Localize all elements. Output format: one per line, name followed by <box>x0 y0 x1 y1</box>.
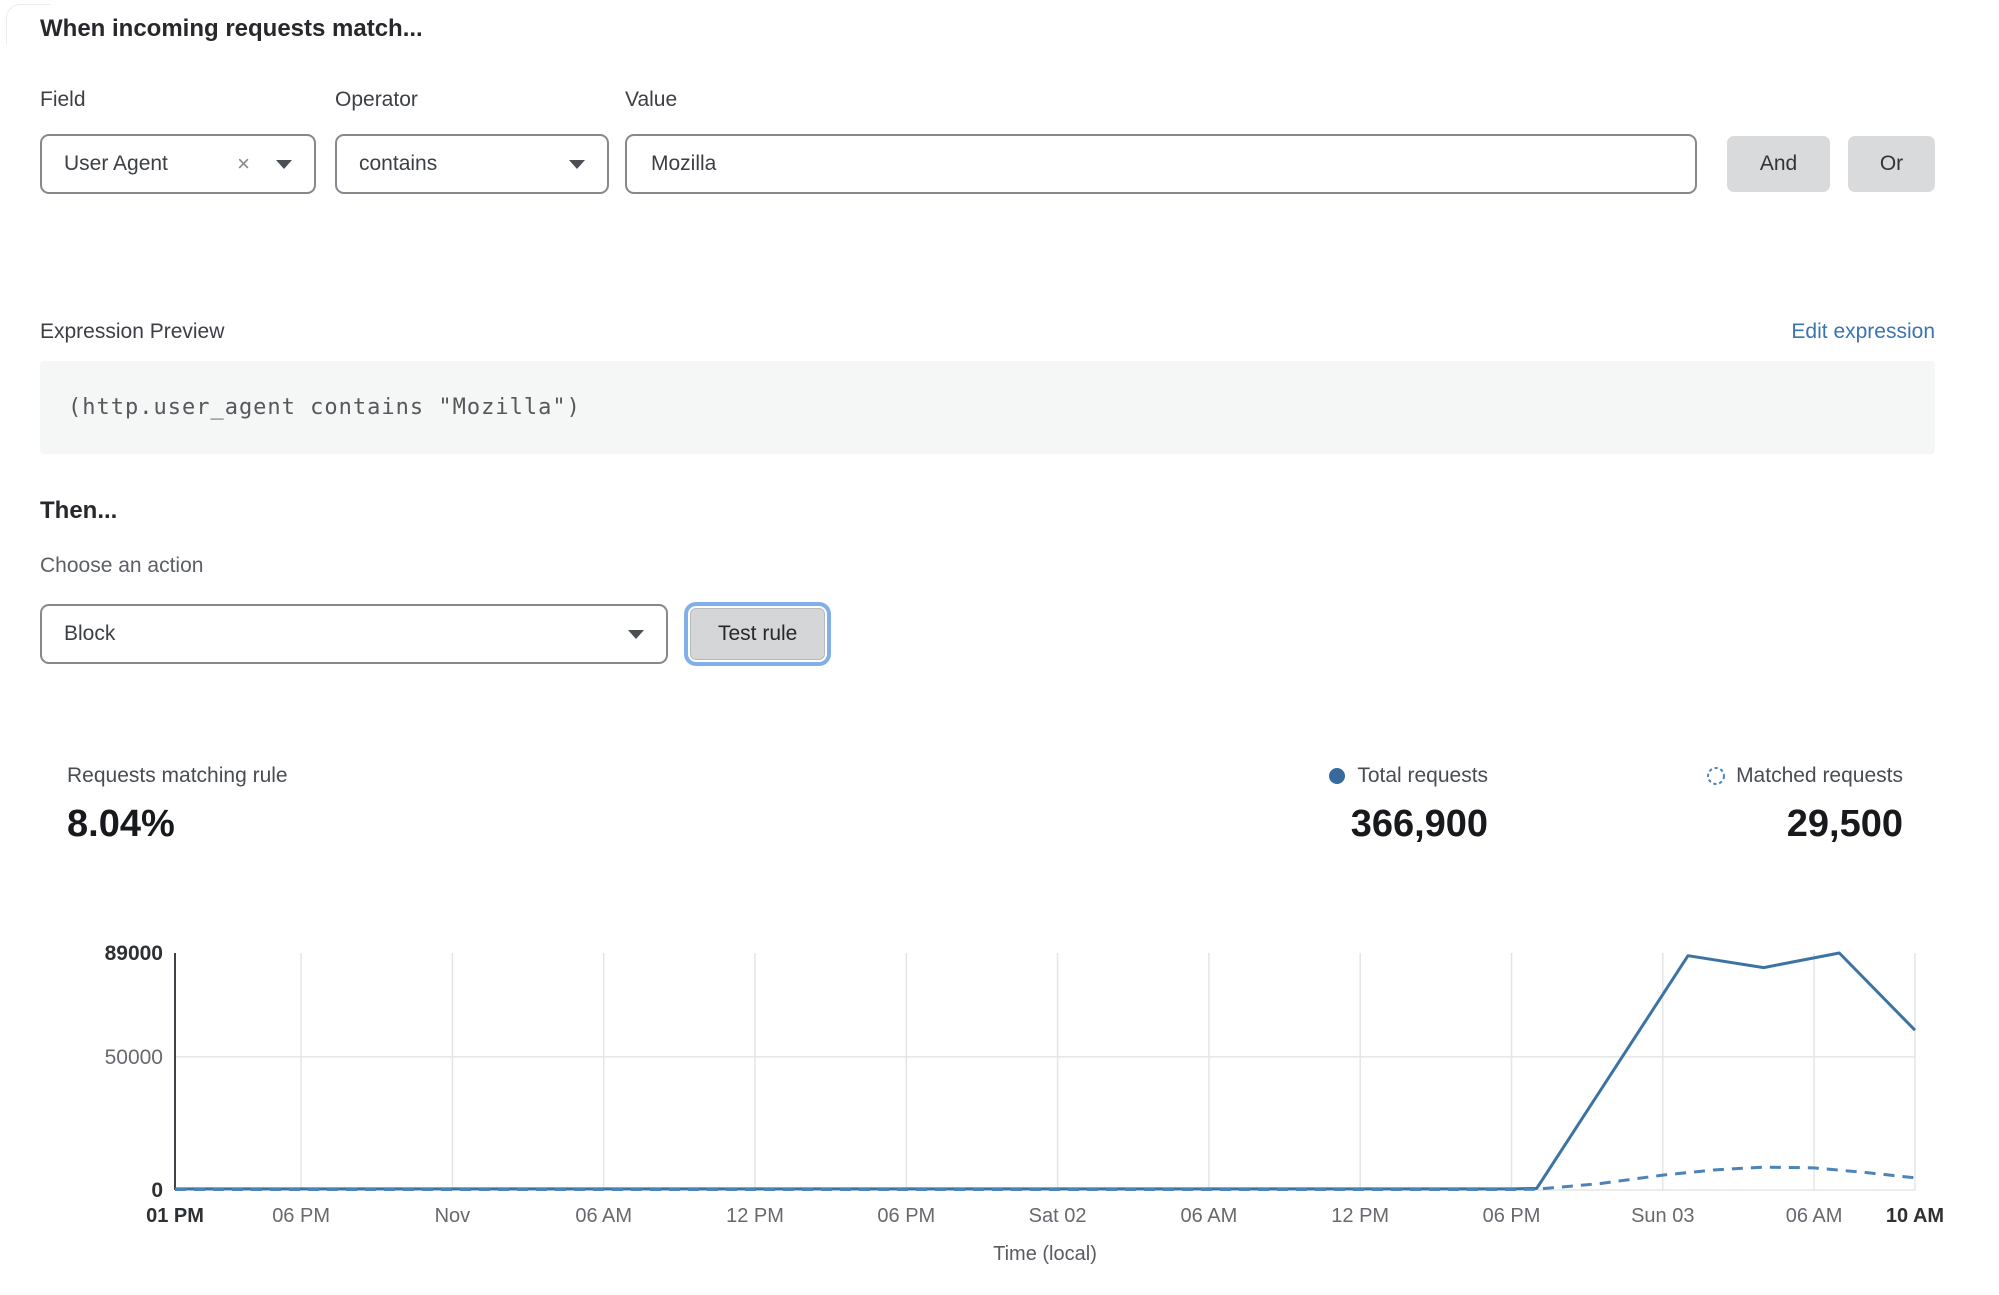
operator-select-value: contains <box>359 152 437 176</box>
svg-text:06 PM: 06 PM <box>1483 1205 1541 1227</box>
test-rule-button[interactable]: Test rule <box>690 608 825 660</box>
svg-text:12 PM: 12 PM <box>1331 1205 1389 1227</box>
operator-label: Operator <box>335 88 609 112</box>
svg-text:06 AM: 06 AM <box>1786 1205 1843 1227</box>
svg-text:06 AM: 06 AM <box>575 1205 632 1227</box>
value-label: Value <box>625 88 1697 112</box>
svg-text:Time (local): Time (local) <box>993 1243 1097 1265</box>
svg-text:06 PM: 06 PM <box>272 1205 330 1227</box>
svg-text:89000: 89000 <box>105 942 163 965</box>
matching-rate-label: Requests matching rule <box>67 764 1327 788</box>
total-requests-value: 366,900 <box>1327 802 1488 846</box>
choose-action-label: Choose an action <box>40 554 1935 578</box>
matched-requests-label: Matched requests <box>1736 764 1903 788</box>
chevron-down-icon <box>569 160 585 169</box>
svg-text:01 PM: 01 PM <box>146 1205 204 1227</box>
total-requests-stat: Total requests 366,900 <box>1327 764 1488 846</box>
field-select[interactable]: User Agent × <box>40 134 316 194</box>
value-group: Value <box>625 88 1697 194</box>
svg-text:0: 0 <box>151 1179 163 1202</box>
action-row: Block Test rule <box>40 604 1935 664</box>
firewall-rule-editor: When incoming requests match... Field Us… <box>0 0 1999 1290</box>
or-button[interactable]: Or <box>1848 136 1935 192</box>
operator-select[interactable]: contains <box>335 134 609 194</box>
expression-preview-header: Expression Preview Edit expression <box>40 320 1935 344</box>
matched-requests-stat: Matched requests 29,500 <box>1706 764 1903 846</box>
section-title-when: When incoming requests match... <box>40 16 1935 42</box>
expression-preview-label: Expression Preview <box>40 320 224 344</box>
chevron-down-icon <box>276 160 292 169</box>
clear-field-icon[interactable]: × <box>237 153 250 175</box>
matching-rate-value: 8.04% <box>67 802 1327 846</box>
matched-requests-value: 29,500 <box>1706 802 1903 846</box>
requests-chart-svg: 89000 50000 0 01 PM 06 PM Nov 06 AM 12 PM 06 PM S… <box>67 938 1962 1285</box>
total-requests-label: Total requests <box>1357 764 1488 788</box>
edit-expression-link[interactable]: Edit expression <box>1791 320 1935 344</box>
svg-text:50000: 50000 <box>105 1046 163 1069</box>
action-select-value: Block <box>64 622 115 646</box>
field-select-value: User Agent <box>64 152 168 176</box>
svg-text:10 AM: 10 AM <box>1886 1205 1944 1227</box>
and-button[interactable]: And <box>1727 136 1830 192</box>
field-label: Field <box>40 88 316 112</box>
rule-builder-row: Field User Agent × Operator contains Val… <box>40 88 1935 194</box>
svg-text:12 PM: 12 PM <box>726 1205 784 1227</box>
matching-rate-stat: Requests matching rule 8.04% <box>67 764 1327 846</box>
total-requests-legend-dot-icon <box>1327 766 1347 786</box>
value-input[interactable] <box>625 134 1697 194</box>
operator-group: Operator contains <box>335 88 609 194</box>
action-select[interactable]: Block <box>40 604 668 664</box>
expression-code-box: (http.user_agent contains "Mozilla") <box>40 361 1935 454</box>
chevron-down-icon <box>628 630 644 639</box>
expression-code: (http.user_agent contains "Mozilla") <box>68 395 581 420</box>
rule-stats-row: Requests matching rule 8.04% Total reque… <box>40 764 1935 846</box>
requests-time-series-chart: 89000 50000 0 01 PM 06 PM Nov 06 AM 12 PM 06 PM S… <box>40 938 1935 1290</box>
matched-requests-legend-dashed-circle-icon <box>1706 766 1726 786</box>
svg-text:Sat 02: Sat 02 <box>1029 1205 1087 1227</box>
field-group: Field User Agent × <box>40 88 316 194</box>
svg-text:Nov: Nov <box>435 1205 471 1227</box>
svg-text:06 AM: 06 AM <box>1181 1205 1238 1227</box>
section-title-then: Then... <box>40 498 1935 524</box>
svg-text:Sun 03: Sun 03 <box>1631 1205 1694 1227</box>
svg-text:06 PM: 06 PM <box>877 1205 935 1227</box>
